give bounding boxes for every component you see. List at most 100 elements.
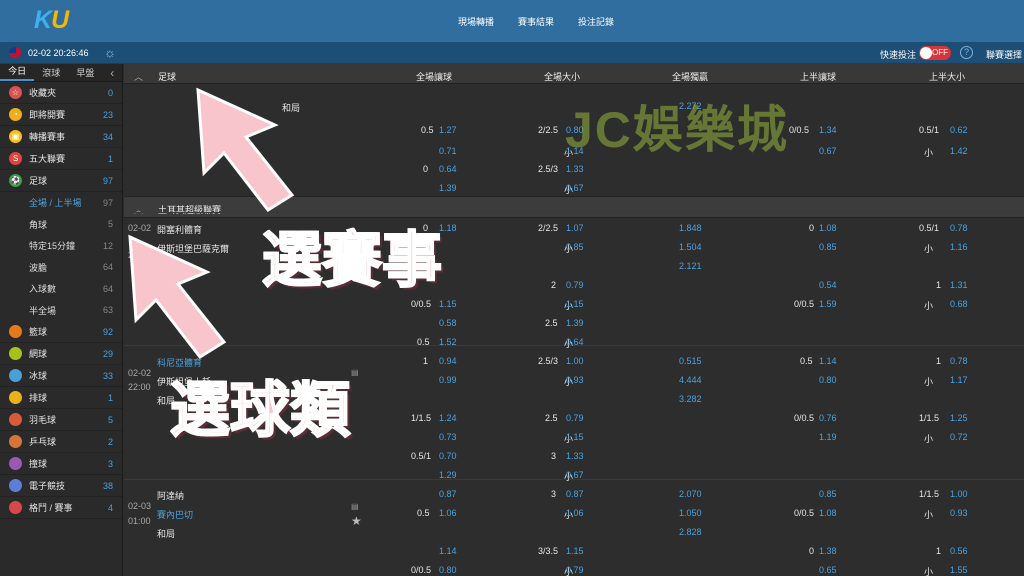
odds-value[interactable]: 1.15 [566, 299, 584, 309]
odds-value[interactable]: 1.504 [679, 242, 702, 252]
odds-value[interactable]: 0.515 [679, 356, 702, 366]
odds-value[interactable]: 1.15 [566, 546, 584, 556]
odds-value[interactable]: 1.38 [819, 546, 837, 556]
odds-value[interactable]: 1.27 [439, 125, 457, 135]
odds-value[interactable]: 1.848 [679, 223, 702, 233]
sidebar-item[interactable]: 格鬥 / 賽事 4 [0, 497, 122, 519]
odds-value[interactable]: 0.80 [439, 565, 457, 575]
nav-bet-history[interactable]: 投注記錄 [578, 15, 614, 28]
odds-value[interactable]: 0.64 [439, 164, 457, 174]
help-icon[interactable]: ? [960, 46, 973, 59]
odds-value[interactable]: 0.73 [439, 432, 457, 442]
odds-value[interactable]: 賽內巴切 [157, 508, 193, 521]
sidebar-item[interactable]: 羽毛球 5 [0, 409, 122, 431]
theme-icon[interactable]: ☼ [104, 45, 116, 60]
sidebar-subitem[interactable]: 入球數 64 [0, 278, 122, 300]
odds-value[interactable]: 0.76 [819, 413, 837, 423]
odds-value[interactable]: 1.33 [566, 164, 584, 174]
tab-today[interactable]: 今日 [0, 64, 35, 81]
odds-value[interactable]: 1.55 [950, 565, 968, 575]
sidebar-item[interactable]: 冰球 33 [0, 365, 122, 387]
odds-value[interactable]: 1.06 [566, 508, 584, 518]
odds-value[interactable]: 1.39 [566, 318, 584, 328]
collapse-chevron-icon[interactable]: ︿ [134, 203, 143, 216]
odds-value[interactable]: 1.15 [566, 432, 584, 442]
odds-value[interactable]: 1.07 [566, 223, 584, 233]
favorite-star-icon[interactable]: ★ [351, 514, 362, 528]
odds-value[interactable]: 0.71 [439, 146, 457, 156]
odds-value[interactable]: 0.87 [566, 489, 584, 499]
sidebar-subitem[interactable]: 角球 5 [0, 214, 122, 236]
odds-value[interactable]: 0.79 [566, 565, 584, 575]
sidebar-item[interactable]: S 五大聯賽 1 [0, 148, 122, 170]
sidebar-item[interactable]: ⚽ 足球 97 [0, 170, 122, 192]
odds-value[interactable]: 0.72 [950, 432, 968, 442]
sidebar-item[interactable]: 乒乓球 2 [0, 431, 122, 453]
odds-value[interactable]: 0.85 [819, 489, 837, 499]
odds-value[interactable]: 1.25 [950, 413, 968, 423]
logo[interactable]: KU [34, 6, 69, 35]
odds-value[interactable]: 0.56 [950, 546, 968, 556]
odds-value[interactable]: 1.15 [439, 299, 457, 309]
flag-icon[interactable] [9, 47, 21, 58]
quick-bet-toggle[interactable]: OFF [919, 46, 951, 60]
odds-value[interactable]: 1.050 [679, 508, 702, 518]
odds-value[interactable]: 0.54 [819, 280, 837, 290]
odds-value[interactable]: 1.31 [950, 280, 968, 290]
odds-value[interactable]: 0.94 [439, 356, 457, 366]
odds-value[interactable]: 1.59 [819, 299, 837, 309]
odds-value[interactable]: 0.93 [950, 508, 968, 518]
odds-value[interactable]: 0.78 [950, 223, 968, 233]
odds-value[interactable]: 1.42 [950, 146, 968, 156]
sidebar-item[interactable]: ☆ 收藏夾 0 [0, 82, 122, 104]
odds-value[interactable]: 0.62 [950, 125, 968, 135]
odds-value[interactable]: 0.85 [819, 242, 837, 252]
odds-value[interactable]: 0.79 [566, 280, 584, 290]
odds-value[interactable]: 1.19 [819, 432, 837, 442]
odds-value[interactable]: 1.06 [439, 508, 457, 518]
odds-value[interactable]: 0.64 [566, 337, 584, 347]
sidebar-subitem[interactable]: 全場 / 上半場 97 [0, 192, 122, 214]
collapse-chevron-icon[interactable]: ︿ [134, 70, 143, 83]
odds-value[interactable]: 1.33 [566, 451, 584, 461]
odds-value[interactable]: 1.14 [439, 546, 457, 556]
odds-value[interactable]: 0.78 [950, 356, 968, 366]
sidebar-item[interactable]: 網球 29 [0, 343, 122, 365]
odds-value[interactable]: 0.93 [566, 375, 584, 385]
league-select-button[interactable]: 聯賽選擇 [986, 48, 1022, 61]
odds-value[interactable]: 1.08 [819, 223, 837, 233]
stats-icon[interactable]: ▤ [351, 368, 359, 377]
odds-value[interactable]: 0.70 [439, 451, 457, 461]
stats-icon[interactable]: ▤ [351, 502, 359, 511]
odds-value[interactable]: 2.070 [679, 489, 702, 499]
sidebar-subitem[interactable]: 特定15分鐘 12 [0, 235, 122, 257]
tab-live[interactable]: 滾球 [34, 66, 68, 79]
odds-value[interactable]: 0.80 [819, 375, 837, 385]
sidebar-item[interactable]: 撞球 3 [0, 453, 122, 475]
odds-value[interactable]: 0.67 [566, 470, 584, 480]
odds-value[interactable]: 0.67 [819, 146, 837, 156]
odds-value[interactable]: 4.444 [679, 375, 702, 385]
odds-value[interactable]: 2.828 [679, 527, 702, 537]
odds-value[interactable]: 0.99 [439, 375, 457, 385]
odds-value[interactable]: 3.282 [679, 394, 702, 404]
tab-early[interactable]: 早盤 [68, 66, 102, 79]
sidebar-item[interactable]: 電子競技 38 [0, 475, 122, 497]
odds-value[interactable]: 1.34 [819, 125, 837, 135]
collapse-chevron-icon[interactable]: ‹ [102, 66, 122, 80]
odds-value[interactable]: 2.121 [679, 261, 702, 271]
sidebar-item[interactable]: 排球 1 [0, 387, 122, 409]
odds-value[interactable]: 0.65 [819, 565, 837, 575]
sidebar-item[interactable]: ▣ 轉播賽事 34 [0, 126, 122, 148]
odds-value[interactable]: 1.39 [439, 183, 457, 193]
odds-value[interactable]: 1.16 [950, 242, 968, 252]
sidebar-item[interactable]: 籃球 92 [0, 321, 122, 343]
odds-value[interactable]: 1.00 [950, 489, 968, 499]
sidebar-item[interactable]: ◔ 即將開賽 23 [0, 104, 122, 126]
odds-value[interactable]: 1.52 [439, 337, 457, 347]
sidebar-subitem[interactable]: 波膽 64 [0, 257, 122, 279]
odds-value[interactable]: 1.24 [439, 413, 457, 423]
odds-value[interactable]: 0.67 [566, 183, 584, 193]
odds-value[interactable]: 1.17 [950, 375, 968, 385]
odds-value[interactable]: 0.79 [566, 413, 584, 423]
